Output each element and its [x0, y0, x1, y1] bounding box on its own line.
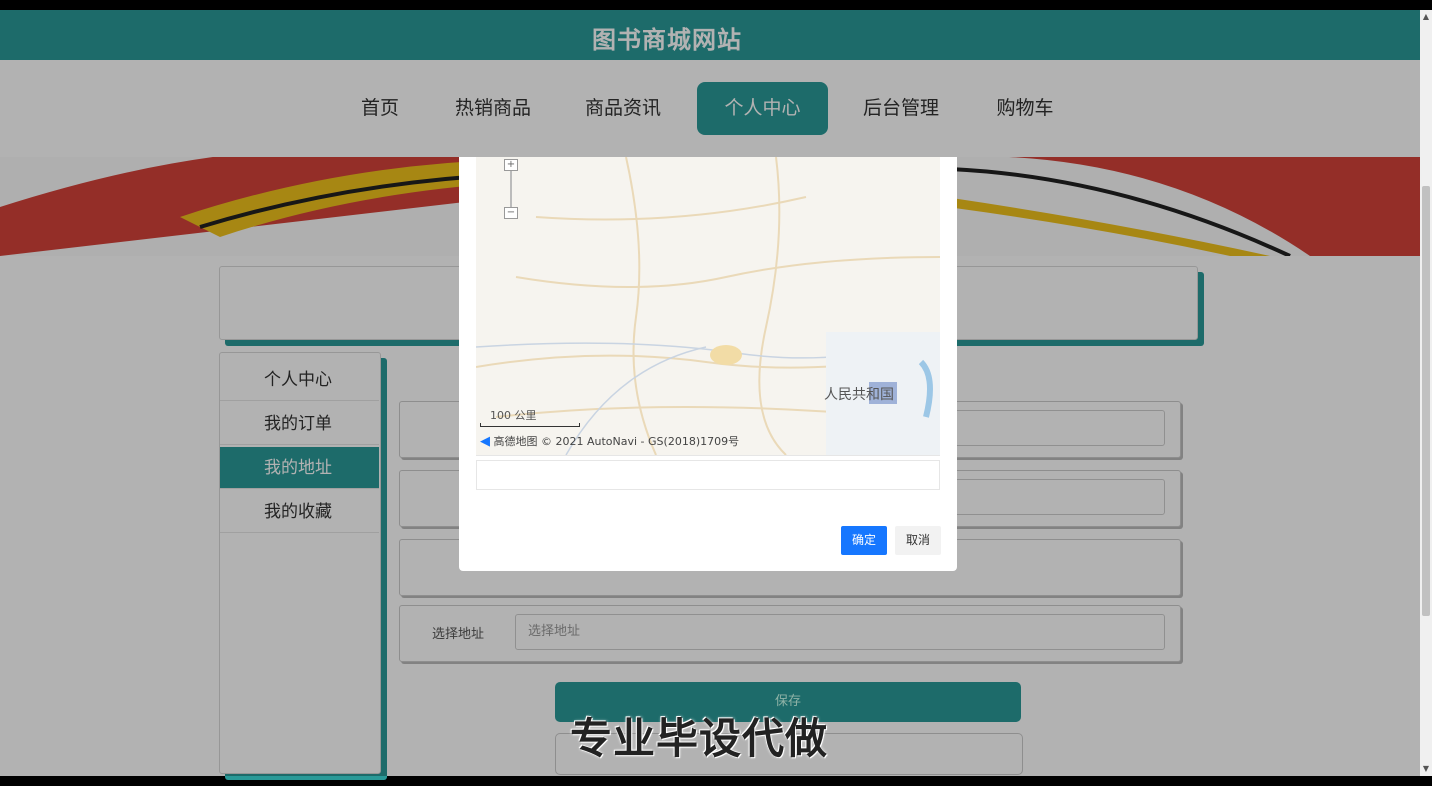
map-zoom-control: + − — [504, 159, 518, 219]
watermark-text: 专业毕设代做 — [570, 714, 829, 763]
scroll-up-icon[interactable]: ▲ — [1420, 10, 1432, 24]
selected-address-field[interactable] — [476, 460, 940, 490]
map-scale-label: 100 公里 — [490, 409, 537, 422]
zoom-in-icon[interactable]: + — [504, 159, 518, 171]
map-roads — [476, 157, 940, 455]
map-view[interactable]: + − 人民共和国 100 公里 ◀ 高德地图 © 2021 AutoNavi … — [476, 157, 940, 456]
confirm-button[interactable]: 确定 — [841, 526, 887, 555]
map-dialog: + − 人民共和国 100 公里 ◀ 高德地图 © 2021 AutoNavi … — [459, 157, 957, 571]
map-provider: 高德地图 — [493, 435, 538, 448]
page-scrollbar[interactable]: ▲ ▼ — [1420, 10, 1432, 776]
map-scale-bar — [480, 423, 580, 427]
scroll-down-icon[interactable]: ▼ — [1420, 762, 1432, 776]
cancel-button[interactable]: 取消 — [895, 526, 941, 555]
scroll-thumb[interactable] — [1422, 186, 1430, 616]
map-attribution: ◀ 高德地图 © 2021 AutoNavi - GS(2018)1709号 — [480, 433, 739, 449]
map-copyright: © 2021 AutoNavi - GS(2018)1709号 — [541, 435, 740, 448]
map-place-label: 人民共和国 — [824, 387, 894, 403]
amap-logo-icon: ◀ — [480, 434, 490, 449]
zoom-out-icon[interactable]: − — [504, 207, 518, 219]
